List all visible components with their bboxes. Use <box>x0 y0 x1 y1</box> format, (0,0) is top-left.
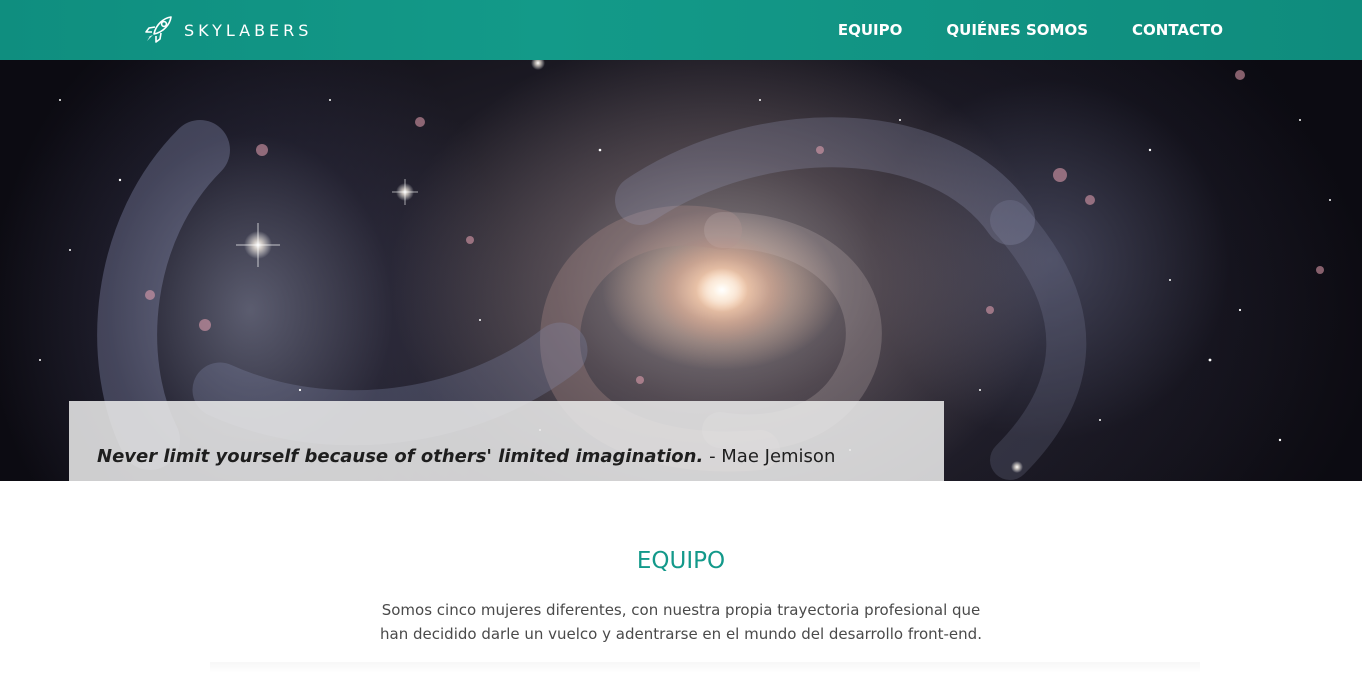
section-description: Somos cinco mujeres diferentes, con nues… <box>380 601 982 643</box>
nav-link-contacto[interactable]: CONTACTO <box>1132 21 1223 39</box>
top-navbar: SKYLABERS EQUIPO QUIÉNES SOMOS CONTACTO <box>0 0 1362 60</box>
hero-galaxy-banner: Never limit yourself because of others' … <box>0 60 1362 481</box>
team-cards-container <box>210 662 1200 673</box>
hero-quote: Never limit yourself because of others' … <box>97 446 835 467</box>
brand-logo-link[interactable]: SKYLABERS <box>140 12 312 48</box>
quote-box: Never limit yourself because of others' … <box>69 401 944 481</box>
brand-name: SKYLABERS <box>184 20 313 40</box>
main-nav: EQUIPO QUIÉNES SOMOS CONTACTO <box>838 0 1223 60</box>
quote-text: Never limit yourself because of others' … <box>97 446 704 467</box>
nav-link-equipo[interactable]: EQUIPO <box>838 21 903 39</box>
nav-link-quienes-somos[interactable]: QUIÉNES SOMOS <box>946 21 1088 39</box>
section-title: EQUIPO <box>636 548 726 574</box>
quote-author: - Mae Jemison <box>709 446 836 467</box>
rocket-icon <box>140 12 176 48</box>
